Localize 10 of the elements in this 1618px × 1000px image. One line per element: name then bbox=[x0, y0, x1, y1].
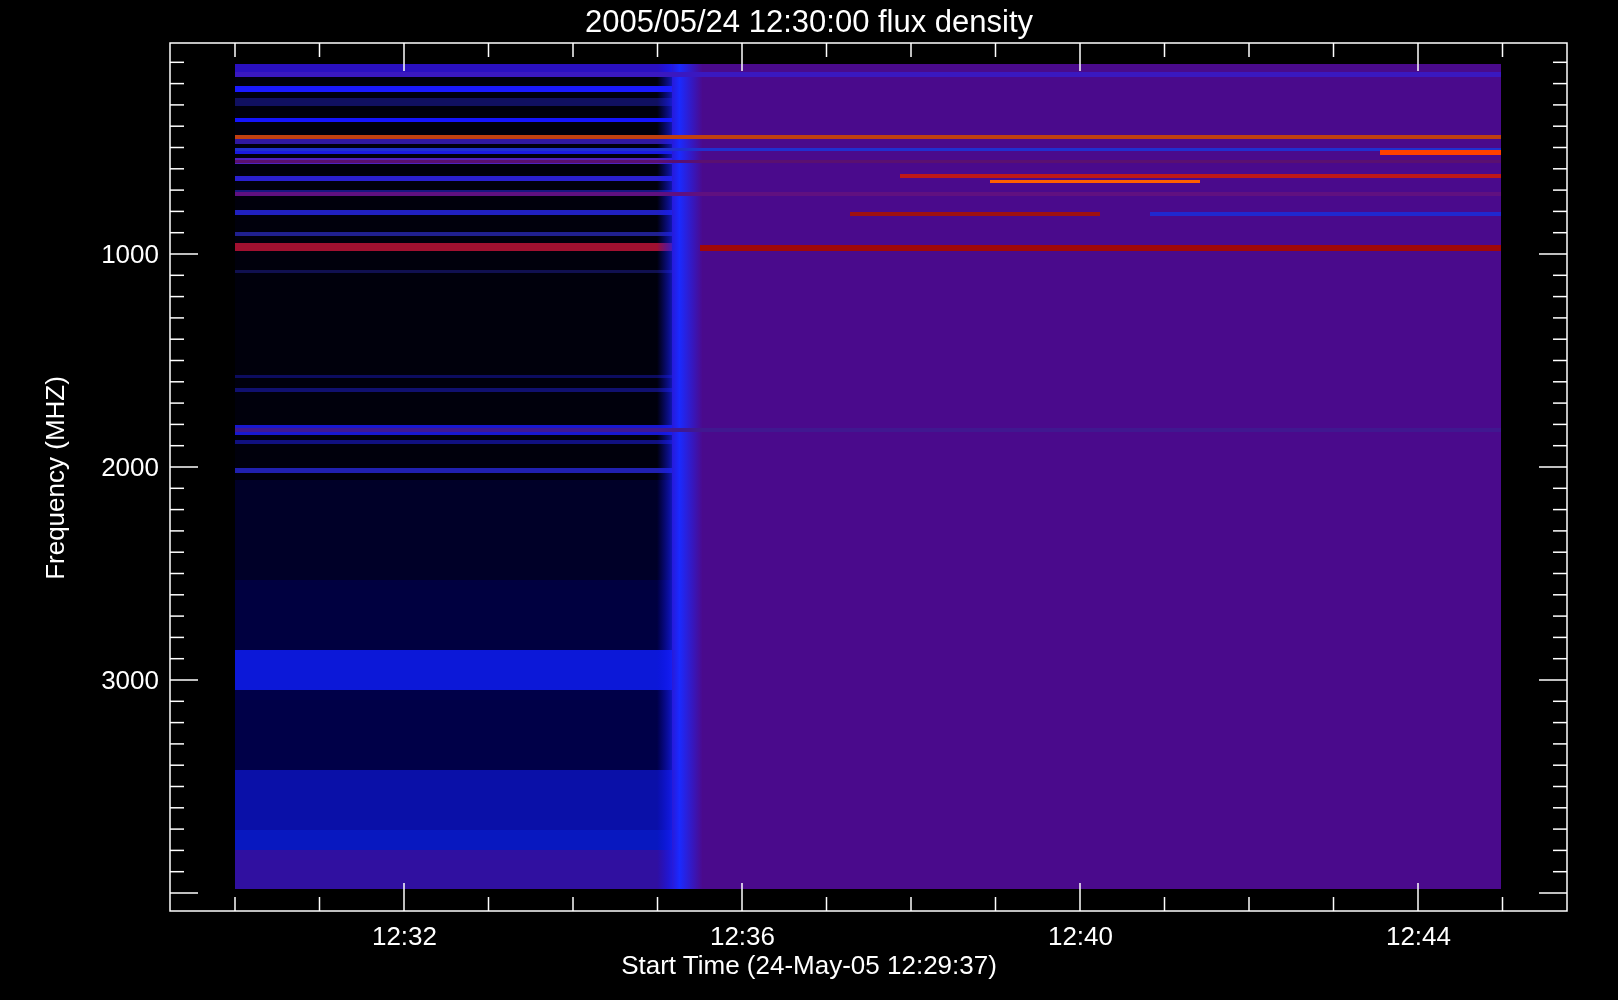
plot-title: 2005/05/24 12:30:00 flux density bbox=[584, 4, 1034, 39]
x-tick-label: 12:40 bbox=[1047, 921, 1114, 951]
y-tick-label: 3000 bbox=[101, 665, 159, 695]
x-tick-label: 12:44 bbox=[1385, 921, 1452, 951]
y-tick-label: 1000 bbox=[101, 239, 159, 269]
y-axis-label: Frequency (MHZ) bbox=[40, 376, 70, 580]
x-axis-label: Start Time (24-May-05 12:29:37) bbox=[621, 950, 997, 980]
x-tick-label: 12:32 bbox=[371, 921, 438, 951]
y-tick-label: 2000 bbox=[101, 452, 159, 482]
x-tick-label: 12:36 bbox=[709, 921, 776, 951]
